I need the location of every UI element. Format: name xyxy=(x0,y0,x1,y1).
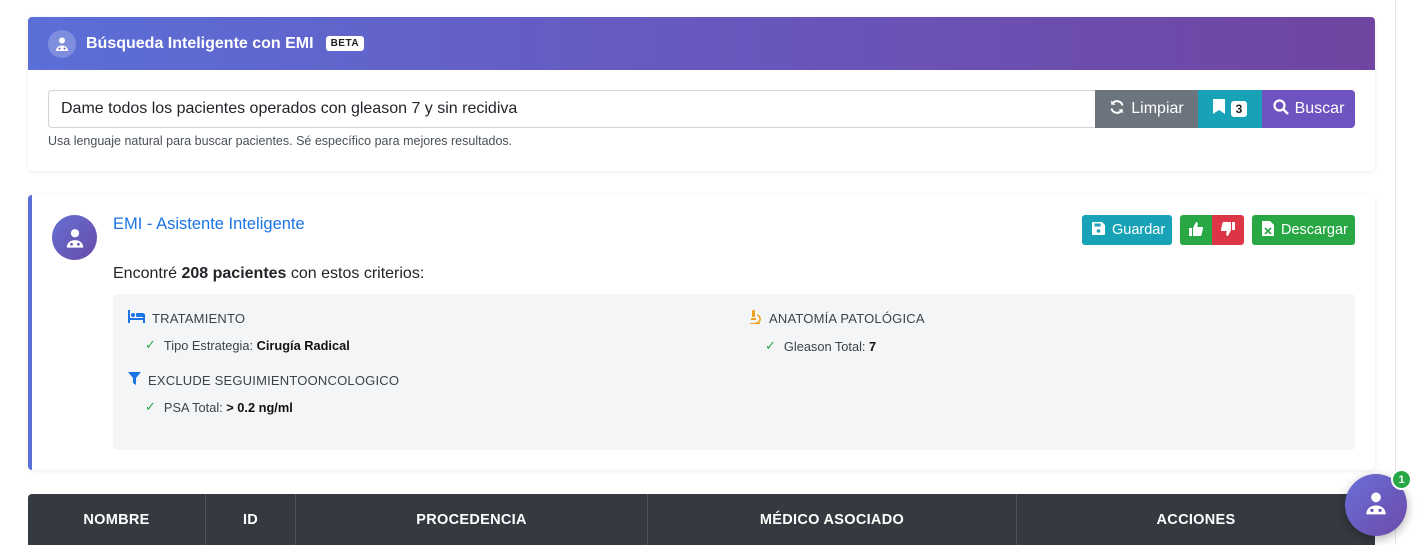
download-button[interactable]: Descargar xyxy=(1252,215,1355,245)
column-header-nombre[interactable]: NOMBRE xyxy=(28,494,206,545)
check-icon: ✓ xyxy=(765,338,776,353)
criteria-item: ✓ PSA Total: > 0.2 ng/ml xyxy=(145,399,399,415)
download-label: Descargar xyxy=(1281,222,1348,238)
assistant-card: EMI - Asistente Inteligente Guardar Desc… xyxy=(28,195,1375,470)
chat-notification-badge: 1 xyxy=(1391,469,1412,490)
refresh-icon xyxy=(1109,99,1125,120)
assistant-title: EMI - Asistente Inteligente xyxy=(113,215,305,233)
assistant-avatar-icon xyxy=(52,215,97,260)
column-header-procedencia[interactable]: PROCEDENCIA xyxy=(296,494,648,545)
bookmark-icon xyxy=(1212,99,1225,119)
beta-badge: BETA xyxy=(325,36,365,51)
criteria-item-label: PSA Total: xyxy=(163,399,227,415)
page-scroll-rail xyxy=(1395,0,1396,545)
check-icon: ✓ xyxy=(145,399,156,414)
search-icon xyxy=(1272,98,1289,120)
criteria-item: ✓ Tipo Estrategia: Cirugía Radical xyxy=(145,337,350,353)
search-button[interactable]: Buscar xyxy=(1262,90,1355,128)
column-header-acciones: ACCIONES xyxy=(1156,511,1236,528)
feedback-group xyxy=(1180,215,1244,245)
saved-searches-button[interactable]: 3 xyxy=(1198,90,1262,128)
criteria-group-pathology: ANATOMÍA PATOLÓGICA ✓ Gleason Total: 7 xyxy=(748,310,925,354)
search-header-title: Búsqueda Inteligente con EMI xyxy=(86,34,314,52)
search-label: Buscar xyxy=(1294,100,1345,117)
search-help-text: Usa lenguaje natural para buscar pacient… xyxy=(48,134,513,148)
criteria-group-exclude: EXCLUDE SEGUIMIENTOONCOLOGICO ✓ PSA Tota… xyxy=(128,372,399,415)
criteria-panel: TRATAMIENTO ✓ Tipo Estrategia: Cirugía R… xyxy=(113,294,1355,450)
criteria-item-value: 7 xyxy=(869,338,877,354)
result-summary: Encontré 208 pacientes con estos criteri… xyxy=(113,265,424,283)
assistant-actions: Guardar Descargar xyxy=(1082,215,1355,245)
criteria-heading-label: EXCLUDE SEGUIMIENTOONCOLOGICO xyxy=(148,372,400,388)
criteria-heading-label: ANATOMÍA PATOLÓGICA xyxy=(769,311,925,326)
criteria-item: ✓ Gleason Total: 7 xyxy=(765,338,925,354)
filter-icon xyxy=(128,372,141,388)
doctor-avatar-icon xyxy=(48,29,76,58)
clear-button[interactable]: Limpiar xyxy=(1095,90,1198,128)
criteria-item-value: > 0.2 ng/ml xyxy=(226,399,293,415)
column-header-id[interactable]: ID xyxy=(206,494,296,545)
excel-file-icon xyxy=(1262,220,1274,240)
doctor-avatar-icon xyxy=(1363,490,1389,521)
save-label: Guardar xyxy=(1112,222,1166,238)
criteria-heading-label: TRATAMIENTO xyxy=(152,310,246,326)
check-icon: ✓ xyxy=(145,337,156,352)
result-count: 208 pacientes xyxy=(181,265,287,282)
criteria-item-label: Gleason Total: xyxy=(783,338,870,354)
saved-count-badge: 3 xyxy=(1230,101,1248,117)
result-suffix: con estos criterios: xyxy=(286,265,425,282)
thumbs-down-icon xyxy=(1220,221,1235,239)
criteria-heading: ANATOMÍA PATOLÓGICA xyxy=(748,310,925,327)
thumbs-down-button[interactable] xyxy=(1212,215,1244,245)
search-card: Búsqueda Inteligente con EMI BETA Limpia… xyxy=(28,17,1375,171)
criteria-item-value: Cirugía Radical xyxy=(256,337,350,353)
thumbs-up-icon xyxy=(1189,221,1204,239)
criteria-heading: TRATAMIENTO xyxy=(128,310,350,326)
results-table-header: NOMBRE ID PROCEDENCIA MÉDICO ASOCIADO AC… xyxy=(28,494,1375,545)
bed-icon xyxy=(128,310,145,326)
microscope-icon xyxy=(748,310,762,327)
clear-label: Limpiar xyxy=(1131,100,1184,117)
thumbs-up-button[interactable] xyxy=(1180,215,1212,245)
criteria-item-label: Tipo Estrategia: xyxy=(163,337,257,353)
column-header-medico[interactable]: MÉDICO ASOCIADO xyxy=(648,494,1017,545)
save-button[interactable]: Guardar xyxy=(1082,215,1172,245)
floppy-icon xyxy=(1092,221,1105,239)
criteria-group-treatment: TRATAMIENTO ✓ Tipo Estrategia: Cirugía R… xyxy=(128,310,350,353)
search-bar: Limpiar 3 Buscar xyxy=(48,90,1355,128)
search-input[interactable] xyxy=(48,90,1095,128)
criteria-heading: EXCLUDE SEGUIMIENTOONCOLOGICO xyxy=(128,372,399,388)
search-header: Búsqueda Inteligente con EMI BETA xyxy=(28,17,1375,70)
result-prefix: Encontré xyxy=(113,265,182,282)
